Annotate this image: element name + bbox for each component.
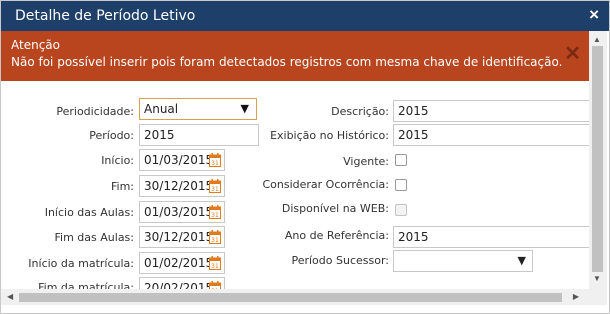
descricao-value: 2015 xyxy=(398,104,429,118)
periodicidade-value: Anual xyxy=(144,102,179,116)
calendar-icon[interactable]: 31 xyxy=(209,256,221,270)
periodo-value: 2015 xyxy=(144,128,175,142)
ano-referencia-input[interactable]: 2015 xyxy=(393,226,589,248)
inicio-date-input[interactable]: 01/03/2015 31 xyxy=(139,149,225,171)
dialog-titlebar: Detalhe de Período Letivo × xyxy=(1,1,609,31)
chevron-down-icon: ▼ xyxy=(517,254,526,267)
fim-aulas-label: Fim das Aulas: xyxy=(54,231,134,244)
close-icon[interactable]: × xyxy=(589,5,599,25)
alert-close-icon[interactable]: ✕ xyxy=(564,43,581,65)
periodicidade-label: Periodicidade: xyxy=(56,105,134,118)
descricao-input[interactable]: 2015 xyxy=(393,100,589,122)
considerar-checkbox[interactable] xyxy=(395,179,407,191)
svg-text:31: 31 xyxy=(211,237,219,244)
scrollbar-corner xyxy=(589,289,607,305)
svg-text:31: 31 xyxy=(211,263,219,270)
horizontal-scrollbar[interactable]: ◀ ▶ xyxy=(1,289,589,305)
periodo-input[interactable]: 2015 xyxy=(139,124,259,146)
ano-referencia-label: Ano de Referência: xyxy=(284,229,389,242)
svg-text:31: 31 xyxy=(211,212,219,219)
exibicao-input[interactable]: 2015 xyxy=(393,124,589,146)
dialog-title: Detalhe de Período Letivo xyxy=(15,8,196,24)
disponivel-checkbox xyxy=(395,204,407,216)
ano-referencia-value: 2015 xyxy=(398,230,429,244)
inicio-aulas-label: Início das Aulas: xyxy=(44,206,134,219)
fim-date-input[interactable]: 30/12/2015 31 xyxy=(139,175,225,197)
vigente-label: Vigente: xyxy=(343,155,389,168)
inicio-matricula-value: 01/02/2015 xyxy=(144,256,214,270)
inicio-matricula-date-input[interactable]: 01/02/2015 31 xyxy=(139,252,225,274)
horizontal-scroll-thumb[interactable] xyxy=(19,293,562,302)
calendar-icon[interactable]: 31 xyxy=(209,179,221,193)
periodo-sucessor-label: Período Sucessor: xyxy=(291,254,389,267)
inicio-aulas-date-input[interactable]: 01/03/2015 31 xyxy=(139,201,225,223)
alert-message: Não foi possível inserir pois foram dete… xyxy=(11,55,563,69)
periodo-label: Período: xyxy=(89,129,134,142)
calendar-icon[interactable]: 31 xyxy=(209,281,221,289)
periodicidade-select[interactable]: Anual ▼ xyxy=(139,98,257,120)
vertical-scroll-thumb[interactable] xyxy=(592,46,603,272)
inicio-label: Início: xyxy=(101,154,134,167)
alert-heading: Atenção xyxy=(11,38,60,52)
exibicao-label: Exibição no Histórico: xyxy=(270,129,389,142)
scroll-up-icon[interactable]: ▲ xyxy=(593,35,601,44)
vigente-checkbox[interactable] xyxy=(395,154,407,166)
fim-matricula-value: 20/02/2015 xyxy=(144,281,214,289)
fim-matricula-date-input[interactable]: 20/02/2015 31 xyxy=(139,277,225,289)
svg-text:31: 31 xyxy=(211,160,219,167)
period-detail-dialog: Detalhe de Período Letivo × Atenção Não … xyxy=(0,0,610,314)
scroll-down-icon[interactable]: ▼ xyxy=(593,274,601,283)
inicio-value: 01/03/2015 xyxy=(144,153,214,167)
fim-label: Fim: xyxy=(110,180,134,193)
fim-matricula-label: Fim da matrícula: xyxy=(38,281,134,289)
considerar-label: Considerar Ocorrência: xyxy=(262,178,389,191)
descricao-label: Descrição: xyxy=(331,105,389,118)
calendar-icon[interactable]: 31 xyxy=(209,230,221,244)
inicio-matricula-label: Início da matrícula: xyxy=(28,257,134,270)
vertical-scrollbar[interactable]: ▲ ▼ xyxy=(589,31,607,289)
error-alert: Atenção Não foi possível inserir pois fo… xyxy=(1,31,589,81)
scroll-left-icon[interactable]: ◀ xyxy=(7,292,13,301)
inicio-aulas-value: 01/03/2015 xyxy=(144,205,214,219)
fim-aulas-value: 30/12/2015 xyxy=(144,230,214,244)
exibicao-value: 2015 xyxy=(398,128,429,142)
fim-aulas-date-input[interactable]: 30/12/2015 31 xyxy=(139,226,225,248)
calendar-icon[interactable]: 31 xyxy=(209,205,221,219)
periodo-sucessor-select[interactable]: ▼ xyxy=(393,250,533,272)
calendar-icon[interactable]: 31 xyxy=(209,153,221,167)
svg-text:31: 31 xyxy=(211,186,219,193)
fim-value: 30/12/2015 xyxy=(144,179,214,193)
form-content: Periodicidade: Anual ▼ Período: 2015 Iní… xyxy=(1,81,589,289)
chevron-down-icon: ▼ xyxy=(240,102,249,115)
scroll-right-icon[interactable]: ▶ xyxy=(573,292,579,301)
disponivel-label: Disponível na WEB: xyxy=(281,202,389,215)
